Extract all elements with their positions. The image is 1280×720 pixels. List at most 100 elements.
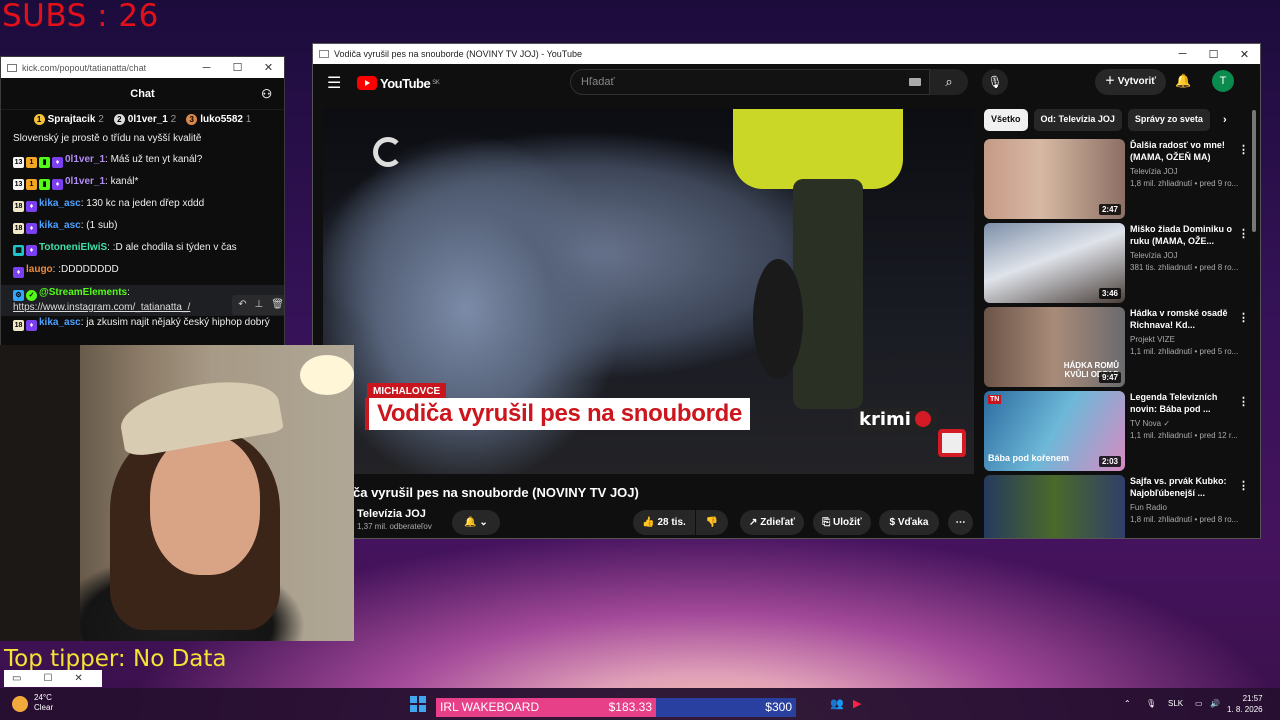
video-thumbnail[interactable]: HÁDKA ROMŮ KVŮLI ODPAD 9:47 [984,307,1125,387]
related-channel[interactable]: Televízia JOJ [1130,166,1240,178]
chevron-right-icon[interactable]: › [1216,109,1234,131]
badge-18-icon: 18 [13,320,24,331]
related-video[interactable]: Sajfa vs. prvák Kubko: Najobľúbenejší ..… [984,475,1254,538]
close-icon[interactable]: ✕ [74,673,82,684]
subscribe-bell-button[interactable]: 🔔 ⌄ [452,510,500,535]
chevron-up-icon[interactable]: ⌃ [1124,699,1131,708]
related-title[interactable]: Legenda Televizních novin: Bába pod ... [1130,391,1240,415]
message-user[interactable]: 0l1ver_1 [65,154,105,165]
related-channel[interactable]: Televízia JOJ [1130,250,1240,262]
chip-channel[interactable]: Od: Televízia JOJ [1033,109,1122,131]
youtube-app-icon[interactable]: ▶ [853,697,861,710]
create-button[interactable]: ＋ Vytvoriť [1095,69,1167,95]
volume-icon[interactable]: 🔊 [1210,699,1220,708]
top-gifter[interactable]: 3 luko5582 1 [186,114,251,125]
scrollbar[interactable] [1252,110,1256,232]
teams-icon[interactable]: 👥 [830,697,844,710]
message-user[interactable]: kika_asc [39,198,81,209]
menu-icon[interactable]: ☰ [327,73,357,93]
save-button[interactable]: ⎘ Uložiť [813,510,871,535]
video-thumbnail[interactable] [984,475,1125,538]
mic-button[interactable]: 🎙 [982,69,1008,95]
verified-check-icon: ✓ [26,290,37,301]
message-user[interactable]: @StreamElements [39,287,127,298]
message-text: : 130 kc na jeden dřep xddd [80,198,205,209]
windows-start-icon[interactable] [410,696,426,712]
maximize-icon[interactable]: ☐ [43,673,52,684]
message-actions: ↶ ⊥ 🗑 [232,295,284,315]
close-icon[interactable]: ✕ [253,61,284,74]
microphone-tray-icon[interactable]: 🎙 [1146,699,1156,708]
more-actions-button[interactable]: ⋯ [948,510,973,535]
related-channel[interactable]: Projekt VIZE [1130,334,1240,346]
thanks-button[interactable]: $ Vďaka [879,510,939,535]
related-video[interactable]: 3:46 Miško žiada Dominiku o ruku (MAMA, … [984,223,1254,307]
search-input[interactable]: Hľadať [570,69,930,95]
related-video[interactable]: TN Bába pod kořenem 2:03 Legenda Televizní… [984,391,1254,475]
message-user[interactable]: TotoneniElwiS [39,242,107,253]
more-vert-icon[interactable]: ⋮ [1238,227,1249,240]
message-link[interactable]: https://www.instagram.com/_tatianatta_/ [13,302,190,313]
related-video[interactable]: 2:47 Ďalšia radosť vo mne! (MAMA, OŽEŇ M… [984,139,1254,223]
top-gifter[interactable]: 2 0l1ver_1 2 [113,114,176,125]
more-vert-icon[interactable]: ⋮ [1238,143,1249,156]
message-user[interactable]: 0l1ver_1 [65,176,105,187]
keyboard-icon[interactable] [909,78,921,86]
search-button[interactable]: ⌕ [930,69,968,95]
more-icon: ⋯ [955,517,966,528]
badge-gift-icon: 1 [26,179,37,190]
filter-chips: Všetko Od: Televízia JOJ Správy zo sveta… [984,109,1254,131]
top-gifter[interactable]: 1 Sprajtacik 2 [33,114,104,125]
minimize-icon[interactable]: ─ [1167,48,1198,60]
minimize-icon[interactable]: ─ [191,62,222,74]
badge-13-icon: 13 [13,179,24,190]
more-vert-icon[interactable]: ⋮ [1238,395,1249,408]
chip-all[interactable]: Všetko [984,109,1028,131]
related-title[interactable]: Ďalšia radosť vo mne! (MAMA, OŽEŇ MA) [1130,139,1240,163]
bell-icon: 🔔 [464,517,477,528]
streamer-figure [116,371,284,459]
badge-18-icon: 18 [13,201,24,212]
more-vert-icon[interactable]: ⋮ [1238,479,1249,492]
rank-1-icon: 1 [33,114,45,125]
video-player[interactable]: MICHALOVCE Vodiča vyrušil pes na snoubor… [323,109,974,474]
youtube-logo[interactable]: YouTube SK [357,76,440,91]
message-user[interactable]: kika_asc [39,220,81,231]
weather-widget[interactable]: 24°C Clear [12,693,53,713]
maximize-icon[interactable]: ☐ [1198,48,1229,61]
donation-goal-ticker: IRL WAKEBOARD $183.33 $300 [436,698,796,717]
pin-icon[interactable]: ⊥ [255,298,264,312]
maximize-icon[interactable]: ☐ [222,61,253,74]
dislike-button[interactable]: 👎 [696,510,728,535]
channel-name[interactable]: Televízia JOJ [357,508,432,520]
more-vert-icon[interactable]: ⋮ [1238,311,1249,324]
close-icon[interactable]: ✕ [1229,48,1260,61]
users-icon[interactable]: ⚇ [261,87,272,101]
reply-icon[interactable]: ↶ [238,298,246,312]
related-title[interactable]: Hádka v romské osadě Richnava! Kd... [1130,307,1240,331]
save-label: Uložiť [833,517,862,528]
message-user[interactable]: laugo [26,264,53,275]
window-icon[interactable]: ▭ [12,673,21,684]
badge-verified-icon: ♦ [52,179,63,190]
related-sidebar: Všetko Od: Televízia JOJ Správy zo sveta… [984,109,1254,538]
avatar[interactable]: T [1212,70,1234,92]
video-thumbnail[interactable]: 3:46 [984,223,1125,303]
message-user[interactable]: kika_asc [39,317,81,328]
related-channel[interactable]: Fun Radio [1130,502,1240,514]
related-title[interactable]: Miško žiada Dominiku o ruku (MAMA, OŽE..… [1130,223,1240,247]
video-thumbnail[interactable]: TN Bába pod kořenem 2:03 [984,391,1125,471]
delete-icon[interactable]: 🗑 [271,298,284,312]
language-indicator[interactable]: SLK [1168,699,1183,708]
like-button[interactable]: 👍 28 tis. [633,510,695,535]
display-icon[interactable]: ▭ [1195,699,1203,708]
related-title[interactable]: Sajfa vs. prvák Kubko: Najobľúbenejší ..… [1130,475,1240,499]
chip-world-news[interactable]: Správy zo sveta [1127,109,1210,131]
share-button[interactable]: ↗ Zdieľať [740,510,804,535]
video-thumbnail[interactable]: 2:47 [984,139,1125,219]
channel-info[interactable]: Televízia JOJ 1,37 mil. odberateľov [357,508,432,531]
clock[interactable]: 21:57 1. 8. 2026 [1227,693,1263,715]
notifications-icon[interactable]: 🔔 [1175,73,1191,89]
related-channel[interactable]: TV Nova [1130,419,1161,428]
related-video[interactable]: HÁDKA ROMŮ KVŮLI ODPAD 9:47 Hádka v romsk… [984,307,1254,391]
